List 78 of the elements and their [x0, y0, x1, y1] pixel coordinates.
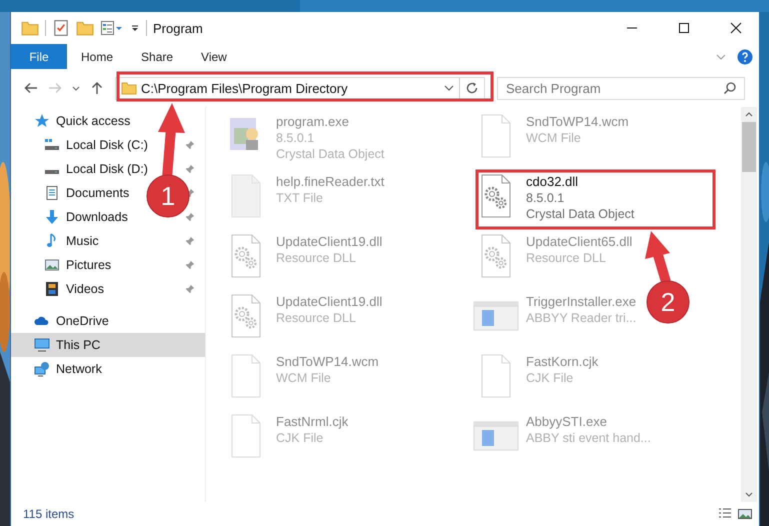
- file-name: UpdateClient65.dll: [526, 234, 632, 250]
- checklist-icon[interactable]: [52, 19, 70, 37]
- file-detail: CJK File: [276, 430, 324, 446]
- file-detail: 8.5.0.1: [526, 190, 566, 206]
- sidebar-item[interactable]: Documents: [11, 181, 132, 205]
- file-tab[interactable]: File: [11, 44, 67, 69]
- sidebar-item[interactable]: Downloads: [11, 205, 130, 229]
- file-name: cdo32.dll: [526, 174, 580, 190]
- drive-icon: [44, 169, 60, 175]
- window-title: Program: [153, 20, 203, 36]
- refresh-icon[interactable]: [465, 81, 479, 95]
- file-detail: WCM File: [526, 130, 582, 146]
- film-icon: [44, 281, 60, 297]
- file-detail: ABBYY Reader tri...: [526, 310, 636, 326]
- scroll-thumb[interactable]: [742, 122, 756, 172]
- file-detail: WCM File: [276, 370, 332, 386]
- file-name: UpdateClient19.dll: [276, 294, 382, 310]
- item-count: 115 items: [23, 507, 74, 521]
- picture-icon: [44, 257, 60, 273]
- pin-icon[interactable]: [185, 164, 195, 174]
- minimize-icon: [626, 27, 638, 29]
- file-name: AbbyySTI.exe: [526, 414, 608, 430]
- pin-icon[interactable]: [185, 260, 195, 270]
- search-field[interactable]: Search Program: [497, 76, 745, 100]
- file-name: TriggerInstaller.exe: [526, 294, 636, 310]
- drive-icon: [44, 137, 60, 153]
- document-icon: [44, 185, 60, 201]
- ribbon-tab[interactable]: Share: [127, 44, 188, 69]
- file-detail: CJK File: [526, 370, 574, 386]
- folder-icon: [121, 80, 137, 96]
- file-detail: Crystal Data Object: [276, 146, 384, 162]
- ribbon-tab[interactable]: View: [187, 44, 241, 69]
- file-item[interactable]: cdo32.dll 8.5.0.1 Crystal Data Object: [472, 172, 634, 232]
- file-name: help.fineReader.txt: [276, 174, 384, 190]
- file-name: SndToWP14.wcm: [276, 354, 379, 370]
- ribbon-tab[interactable]: Home: [67, 44, 128, 69]
- pin-icon[interactable]: [185, 212, 195, 222]
- sidebar-item[interactable]: Pictures: [11, 253, 114, 277]
- number-badge: 2: [646, 280, 690, 324]
- properties-icon[interactable]: [100, 19, 124, 37]
- sidebar-item[interactable]: Videos: [11, 277, 106, 301]
- file-detail: TXT File: [276, 190, 324, 206]
- file-detail: ABBY sti event hand...: [526, 430, 651, 446]
- file-name: program.exe: [276, 114, 350, 130]
- file-detail: Resource DLL: [276, 310, 357, 326]
- sidebar-item[interactable]: Network: [11, 357, 104, 381]
- sidebar-item[interactable]: OneDrive: [11, 309, 111, 333]
- sidebar-item[interactable]: Quick access: [11, 109, 132, 133]
- file-name: UpdateClient19.dll: [276, 234, 382, 250]
- scroll-up-icon[interactable]: [745, 112, 753, 117]
- sidebar-item[interactable]: This PC: [11, 333, 205, 357]
- sidebar-item[interactable]: Local Disk (C:): [11, 133, 150, 157]
- star-icon: [34, 113, 50, 129]
- search-icon: [723, 80, 737, 94]
- file-name: SndToWP14.wcm: [526, 114, 629, 130]
- file-detail: Resource DLL: [526, 250, 607, 266]
- large-icons-view-icon[interactable]: [737, 506, 753, 522]
- download-arrow-icon: [44, 209, 60, 225]
- scroll-down-icon[interactable]: [745, 492, 753, 497]
- dropdown-icon[interactable]: [130, 23, 140, 33]
- pin-icon[interactable]: [185, 284, 195, 294]
- help-icon[interactable]: [737, 48, 753, 64]
- address-field[interactable]: C:\Program Files\Program Directory: [115, 76, 485, 100]
- network-icon: [34, 361, 50, 377]
- number-badge: 1: [146, 174, 190, 218]
- pin-icon[interactable]: [185, 236, 195, 246]
- file-detail: 8.5.0.1: [276, 130, 316, 146]
- pin-icon[interactable]: [185, 140, 195, 150]
- monitor-icon: [34, 337, 50, 353]
- file-detail: Crystal Data Object: [526, 206, 634, 222]
- file-name: FastKorn.cjk: [526, 354, 598, 370]
- close-icon: [730, 22, 742, 34]
- file-name: FastNrml.cjk: [276, 414, 348, 430]
- maximize-icon: [678, 22, 690, 34]
- file-detail: Resource DLL: [276, 250, 357, 266]
- arrow: [645, 231, 671, 284]
- scrollbar[interactable]: [741, 107, 757, 502]
- sidebar-item[interactable]: Music: [11, 229, 101, 253]
